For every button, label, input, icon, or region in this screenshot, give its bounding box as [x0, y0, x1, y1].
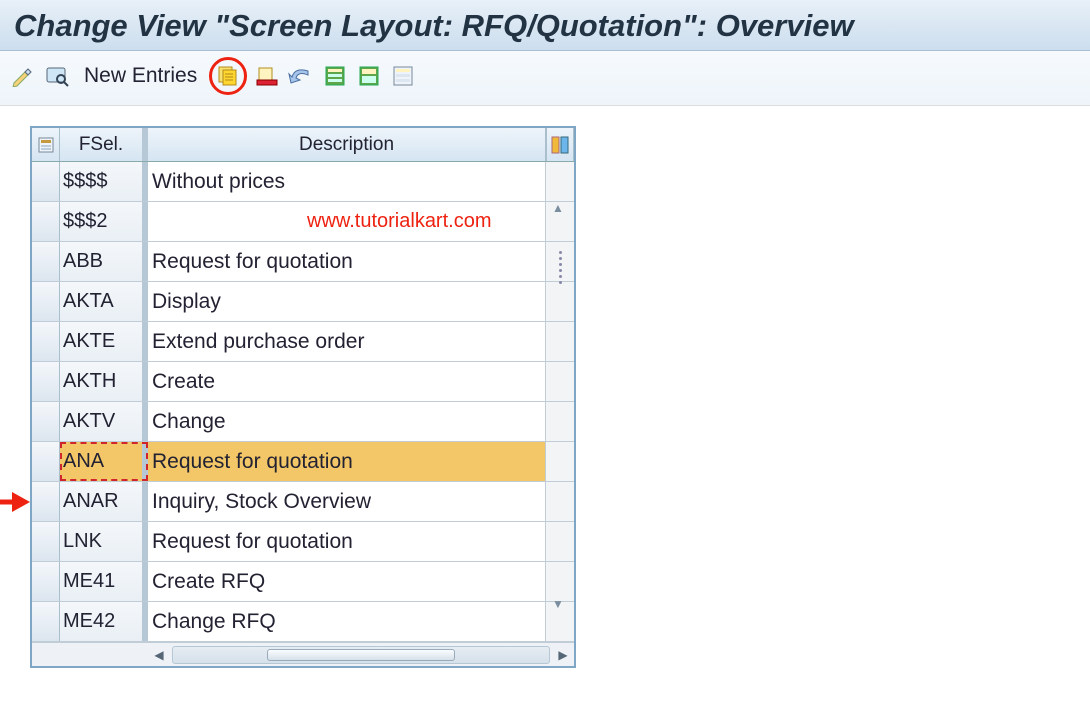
scroll-left-button[interactable]: ◀ [150, 646, 168, 664]
table-row: LNKRequest for quotation [32, 522, 574, 562]
cell-description[interactable]: Request for quotation [148, 442, 546, 481]
scrollbar-gutter [546, 322, 574, 361]
cell-description[interactable]: Display [148, 282, 546, 321]
cell-fsel[interactable]: LNK [60, 522, 148, 561]
scroll-grip-icon[interactable] [552, 242, 568, 292]
cell-description[interactable]: Create RFQ [148, 562, 546, 601]
page-title: Change View "Screen Layout: RFQ/Quotatio… [14, 8, 1076, 44]
table-row: AKTADisplay [32, 282, 574, 322]
row-select-button[interactable] [32, 562, 60, 601]
row-select-button[interactable] [32, 602, 60, 641]
table-row: AKTHCreate [32, 362, 574, 402]
cell-description[interactable]: Change RFQ [148, 602, 546, 641]
new-entries-button[interactable]: New Entries [78, 64, 203, 88]
table-row: ME41Create RFQ [32, 562, 574, 602]
row-select-button[interactable] [32, 322, 60, 361]
table-row: ANARequest for quotation [32, 442, 574, 482]
cell-description[interactable]: Request for quotation [148, 242, 546, 281]
table-row: $$$$Without prices [32, 162, 574, 202]
scroll-down-button[interactable]: ▼ [544, 594, 572, 614]
scroll-right-button[interactable]: ▶ [554, 646, 572, 664]
cell-fsel[interactable]: AKTV [60, 402, 148, 441]
cell-fsel[interactable]: $$$$ [60, 162, 148, 201]
row-select-button[interactable] [32, 362, 60, 401]
cell-description[interactable]: Request for quotation [148, 522, 546, 561]
scrollbar-gutter [546, 402, 574, 441]
table-row: ABBRequest for quotation [32, 242, 574, 282]
row-select-button[interactable] [32, 482, 60, 521]
column-header-description[interactable]: Description [148, 128, 546, 161]
scrollbar-gutter [546, 162, 574, 201]
page-header: Change View "Screen Layout: RFQ/Quotatio… [0, 0, 1090, 51]
select-all-column-button[interactable] [32, 128, 60, 161]
cell-description[interactable] [148, 202, 546, 241]
delete-icon[interactable] [253, 62, 281, 90]
table-row: ME42Change RFQ [32, 602, 574, 642]
copy-as-icon[interactable] [214, 62, 242, 90]
row-select-button[interactable] [32, 162, 60, 201]
grid-header: FSel. Description [32, 128, 574, 162]
select-block-icon[interactable] [355, 62, 383, 90]
table-row: ANARInquiry, Stock Overview [32, 482, 574, 522]
row-select-button[interactable] [32, 242, 60, 281]
undo-icon[interactable] [287, 62, 315, 90]
cell-fsel[interactable]: ANA [60, 442, 148, 481]
content-area: FSel. Description www.tutorialkart.com ▲… [0, 106, 1090, 668]
find-icon[interactable] [44, 62, 72, 90]
grid-body: www.tutorialkart.com ▲ ▼ $$$$Without pri… [32, 162, 574, 642]
scrollbar-gutter [546, 522, 574, 561]
horizontal-scrollbar: ◀ ▶ [32, 642, 574, 666]
toolbar: New Entries [0, 51, 1090, 106]
row-select-button[interactable] [32, 402, 60, 441]
column-header-fsel[interactable]: FSel. [60, 128, 148, 161]
scrollbar-gutter [546, 442, 574, 481]
cell-description[interactable]: Extend purchase order [148, 322, 546, 361]
scrollbar-gutter [546, 362, 574, 401]
row-select-button[interactable] [32, 522, 60, 561]
row-select-button[interactable] [32, 202, 60, 241]
cell-fsel[interactable]: ABB [60, 242, 148, 281]
toggle-edit-icon[interactable] [10, 62, 38, 90]
cell-description[interactable]: Change [148, 402, 546, 441]
copy-as-highlight [209, 57, 247, 95]
table-row: AKTVChange [32, 402, 574, 442]
row-select-button[interactable] [32, 442, 60, 481]
cell-fsel[interactable]: ANAR [60, 482, 148, 521]
row-select-button[interactable] [32, 282, 60, 321]
select-all-icon[interactable] [321, 62, 349, 90]
cell-fsel[interactable]: ME42 [60, 602, 148, 641]
table-row: AKTEExtend purchase order [32, 322, 574, 362]
cell-description[interactable]: Without prices [148, 162, 546, 201]
cell-fsel[interactable]: AKTE [60, 322, 148, 361]
table-row: $$$2 [32, 202, 574, 242]
deselect-all-icon[interactable] [389, 62, 417, 90]
cell-description[interactable]: Create [148, 362, 546, 401]
cell-fsel[interactable]: AKTH [60, 362, 148, 401]
hscroll-thumb[interactable] [267, 649, 455, 661]
scroll-up-button[interactable]: ▲ [544, 198, 572, 218]
configure-columns-button[interactable] [546, 128, 574, 161]
cell-fsel[interactable]: AKTA [60, 282, 148, 321]
cell-fsel[interactable]: $$$2 [60, 202, 148, 241]
scrollbar-gutter [546, 482, 574, 521]
data-grid: FSel. Description www.tutorialkart.com ▲… [30, 126, 576, 668]
cell-fsel[interactable]: ME41 [60, 562, 148, 601]
hscroll-track[interactable] [172, 646, 550, 664]
cell-description[interactable]: Inquiry, Stock Overview [148, 482, 546, 521]
